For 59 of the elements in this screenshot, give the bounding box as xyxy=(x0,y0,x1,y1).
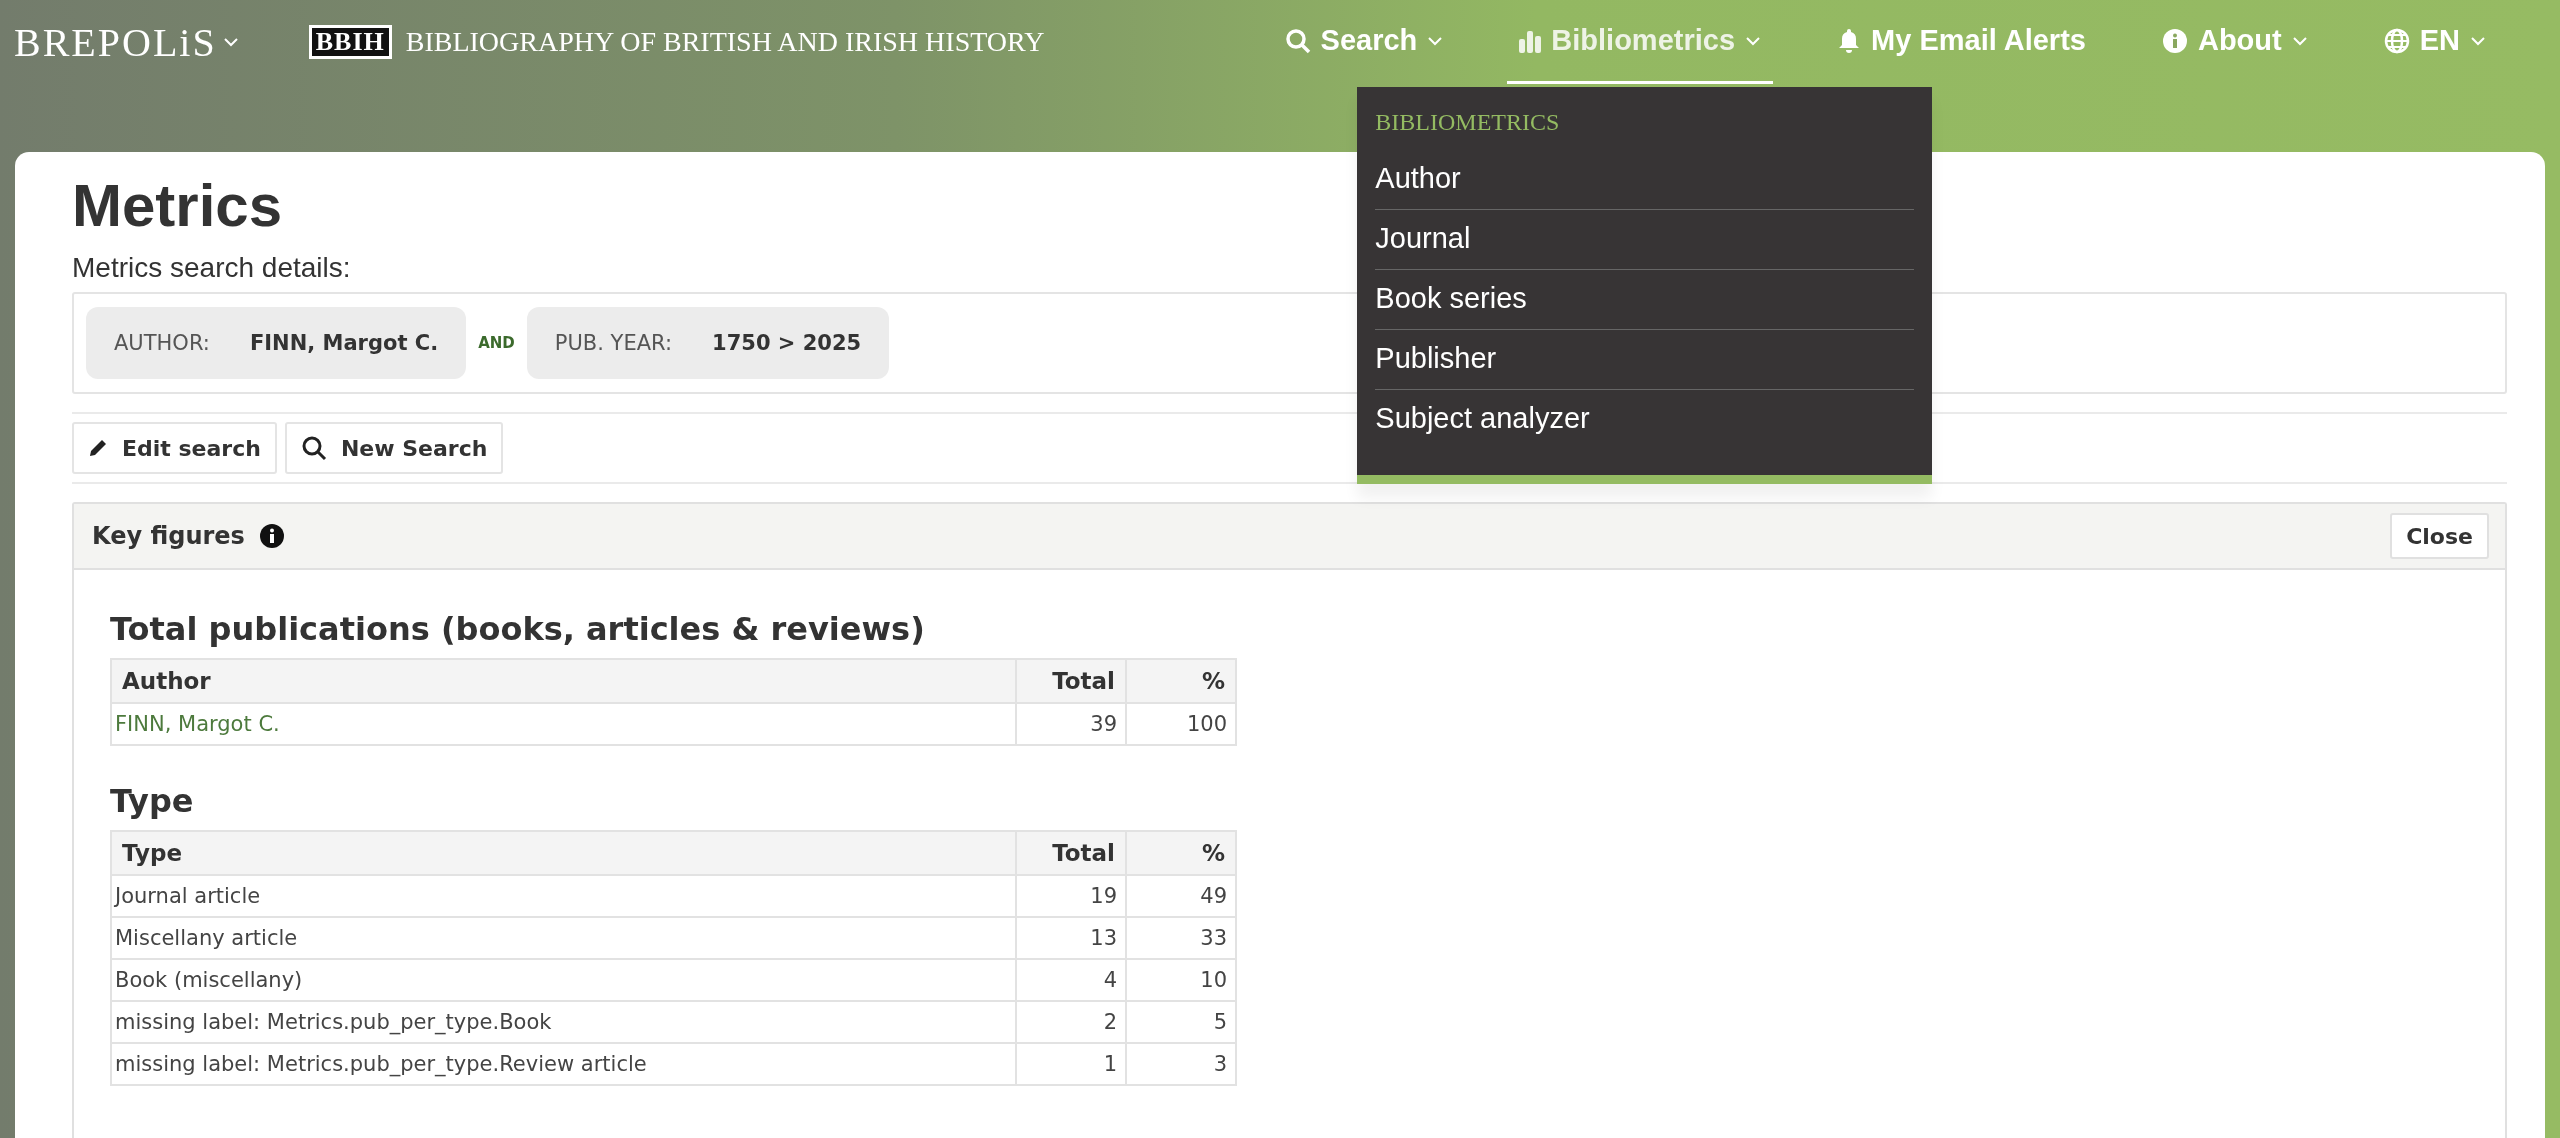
section-heading: Type xyxy=(110,782,195,820)
chevron-down-icon xyxy=(1427,35,1444,46)
table-cell: 5 xyxy=(1126,1001,1236,1043)
search-icon xyxy=(300,435,327,461)
criterion-field: AUTHOR: xyxy=(114,331,210,355)
table-cell: 49 xyxy=(1126,875,1236,917)
column-header: Type xyxy=(111,831,1016,875)
author-link[interactable]: FINN, Margot C. xyxy=(115,712,280,736)
table-cell: 19 xyxy=(1016,875,1126,917)
column-header: Total xyxy=(1016,659,1126,703)
menu-item[interactable]: Publisher xyxy=(1375,330,1915,390)
operator-label: AND xyxy=(478,334,515,352)
globe-icon xyxy=(2383,27,2410,54)
bell-icon xyxy=(1837,27,1862,54)
info-icon[interactable] xyxy=(258,523,285,549)
table-cell: Miscellany article xyxy=(111,917,1016,959)
table-cell: 10 xyxy=(1126,959,1236,1001)
criterion-field: PUB. YEAR: xyxy=(554,331,673,355)
menu-item[interactable]: Journal xyxy=(1375,210,1915,270)
criterion-value: 1750 > 2025 xyxy=(712,331,862,355)
chevron-down-icon xyxy=(2291,35,2308,46)
column-header: Author xyxy=(111,659,1016,703)
table-cell: missing label: Metrics.pub_per_type.Book xyxy=(111,1001,1016,1043)
column-header: % xyxy=(1126,659,1236,703)
table-cell: 1 xyxy=(1016,1043,1126,1085)
search-icon xyxy=(1284,27,1311,54)
brand-menu[interactable]: BREPOLiS xyxy=(14,18,239,66)
table-cell: 3 xyxy=(1126,1043,1236,1085)
edit-search-button[interactable]: Edit search xyxy=(72,422,277,474)
close-button[interactable]: Close xyxy=(2390,513,2489,559)
chevron-down-icon xyxy=(1745,35,1762,46)
bar-chart-icon xyxy=(1519,28,1542,53)
menu-item[interactable]: Subject analyzer xyxy=(1375,390,1915,449)
column-header: % xyxy=(1126,831,1236,875)
info-icon xyxy=(2161,27,2188,54)
criterion-value: FINN, Margot C. xyxy=(249,331,439,355)
table-cell: 33 xyxy=(1126,917,1236,959)
table-cell: 39 xyxy=(1016,703,1126,745)
menu-item[interactable]: Book series xyxy=(1375,270,1915,330)
table-cell: Journal article xyxy=(111,875,1016,917)
table-cell: 13 xyxy=(1016,917,1126,959)
new-search-button[interactable]: New Search xyxy=(284,422,504,474)
table-cell: 4 xyxy=(1016,959,1126,1001)
column-header: Total xyxy=(1016,831,1126,875)
table-cell: missing label: Metrics.pub_per_type.Review article xyxy=(111,1043,1016,1085)
table-cell: 100 xyxy=(1126,703,1236,745)
table-cell: Book (miscellany) xyxy=(111,959,1016,1001)
menu-item[interactable]: Author xyxy=(1375,150,1915,210)
chevron-down-icon xyxy=(222,37,239,47)
search-details-label: Metrics search details: xyxy=(72,252,352,284)
page-title: Metrics xyxy=(72,171,283,241)
table-cell: 2 xyxy=(1016,1001,1126,1043)
pencil-icon xyxy=(88,438,108,458)
chevron-down-icon xyxy=(2470,35,2486,46)
site-title[interactable]: BIBLIOGRAPHY OF BRITISH AND IRISH HISTORY xyxy=(405,26,1045,58)
site-logo: BBIH xyxy=(308,25,392,59)
menu-heading: BIBLIOMETRICS xyxy=(1375,109,1561,136)
panel-title: Key figures xyxy=(92,522,245,550)
section-heading: Total publications (books, articles & reviews) xyxy=(110,610,926,648)
